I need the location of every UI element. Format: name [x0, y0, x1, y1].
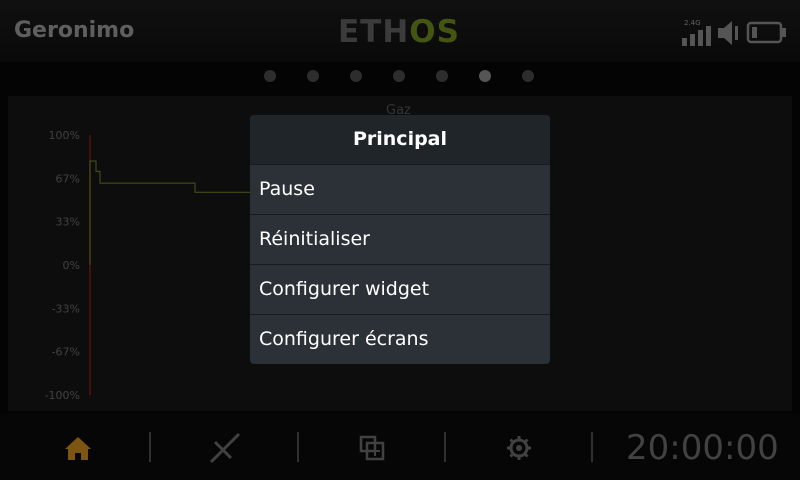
menu-title: Principal	[250, 115, 550, 164]
menu-item-configure-screens[interactable]: Configurer écrans	[250, 314, 550, 364]
menu-item-pause[interactable]: Pause	[250, 164, 550, 214]
menu-item-reset[interactable]: Réinitialiser	[250, 214, 550, 264]
context-menu: Principal Pause Réinitialiser Configurer…	[250, 115, 550, 364]
menu-item-configure-widget[interactable]: Configurer widget	[250, 264, 550, 314]
